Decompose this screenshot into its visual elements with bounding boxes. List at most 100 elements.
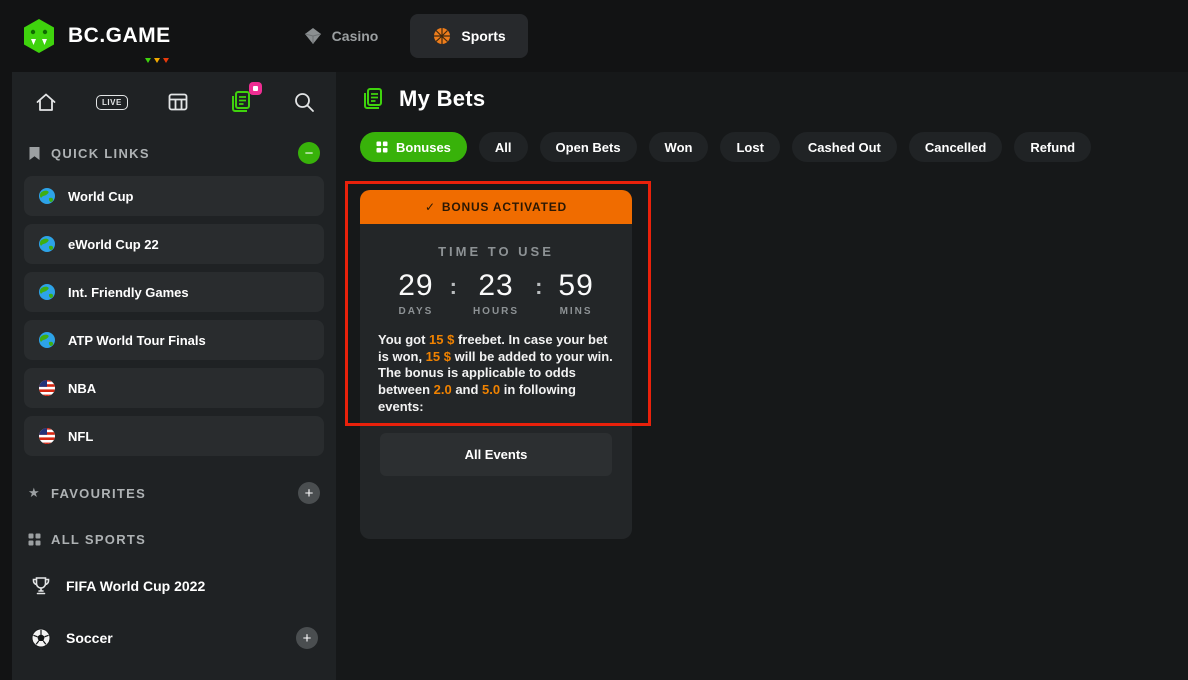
filter-label: Cashed Out <box>808 140 881 155</box>
quick-link-int-friendly[interactable]: Int. Friendly Games <box>24 272 324 312</box>
primary-nav-tabs: Casino Sports <box>281 14 528 58</box>
filter-cashed-out[interactable]: Cashed Out <box>792 132 897 162</box>
quick-link-eworld-cup[interactable]: eWorld Cup 22 <box>24 224 324 264</box>
home-icon <box>34 90 58 114</box>
quick-link-label: NFL <box>68 429 93 444</box>
schedule-button[interactable] <box>166 90 190 114</box>
all-sports-title: ALL SPORTS <box>51 532 146 547</box>
bonus-activated-label: BONUS ACTIVATED <box>442 200 567 214</box>
countdown-mins: 59 MINS <box>558 269 593 317</box>
quick-link-label: NBA <box>68 381 96 396</box>
top-navigation-bar: BC.GAME Casino Sports <box>0 0 1188 72</box>
filter-bonuses[interactable]: Bonuses <box>360 132 467 162</box>
quick-link-nba[interactable]: NBA <box>24 368 324 408</box>
expand-soccer-button[interactable]: + <box>296 627 318 649</box>
page-title-text: My Bets <box>399 86 485 112</box>
my-bets-receipt-icon <box>360 86 386 112</box>
time-to-use-label: TIME TO USE <box>360 244 632 259</box>
filter-refund[interactable]: Refund <box>1014 132 1091 162</box>
sidebar-icon-nav: LIVE <box>12 72 336 124</box>
usa-flag-icon <box>38 427 56 445</box>
countdown-separator: : <box>535 269 542 300</box>
basketball-icon <box>432 26 452 46</box>
home-button[interactable] <box>34 90 58 114</box>
my-bets-button[interactable] <box>228 89 254 115</box>
brand-name: BC.GAME <box>68 24 171 48</box>
bonus-card: ✓ BONUS ACTIVATED TIME TO USE 29 DAYS : … <box>360 190 632 539</box>
filter-cancelled[interactable]: Cancelled <box>909 132 1002 162</box>
filter-label: Cancelled <box>925 140 986 155</box>
logo-icon <box>20 17 58 55</box>
bonus-activated-banner: ✓ BONUS ACTIVATED <box>360 190 632 224</box>
bet-filter-tabs: Bonuses All Open Bets Won Lost Cashed Ou… <box>360 132 1188 162</box>
tab-casino-label: Casino <box>332 28 379 44</box>
bc-game-logo[interactable]: BC.GAME <box>20 17 171 55</box>
quick-link-nfl[interactable]: NFL <box>24 416 324 456</box>
filter-label: Refund <box>1030 140 1075 155</box>
quick-link-label: eWorld Cup 22 <box>68 237 159 252</box>
mins-value: 59 <box>558 269 593 303</box>
days-label: DAYS <box>398 306 433 317</box>
live-events-button[interactable]: LIVE <box>96 95 128 110</box>
days-value: 29 <box>398 269 433 303</box>
filter-label: Open Bets <box>556 140 621 155</box>
sports-sidebar: LIVE <box>12 72 336 680</box>
page-title: My Bets <box>360 86 1188 112</box>
favourites-title: FAVOURITES <box>51 486 146 501</box>
tab-sports[interactable]: Sports <box>410 14 527 58</box>
filter-label: Won <box>665 140 693 155</box>
grid-icon <box>28 533 41 546</box>
tab-casino[interactable]: Casino <box>281 14 401 58</box>
countdown-separator: : <box>450 269 457 300</box>
quick-link-label: ATP World Tour Finals <box>68 333 206 348</box>
collapse-quick-links-button[interactable]: − <box>298 142 320 164</box>
bonus-countdown: 29 DAYS : 23 HOURS : 59 MINS <box>360 269 632 317</box>
quick-link-label: World Cup <box>68 189 133 204</box>
casino-diamond-icon <box>303 26 323 46</box>
left-edge-strip <box>0 72 12 680</box>
quick-links-title: QUICK LINKS <box>51 146 150 161</box>
globe-icon <box>38 331 56 349</box>
countdown-days: 29 DAYS <box>398 269 433 317</box>
quick-link-world-cup[interactable]: World Cup <box>24 176 324 216</box>
quick-links-header: QUICK LINKS − <box>12 124 336 174</box>
bonus-description: You got 15 $ freebet. In case your bet i… <box>378 332 614 415</box>
sport-label: Soccer <box>66 630 113 646</box>
quick-link-label: Int. Friendly Games <box>68 285 189 300</box>
search-button[interactable] <box>292 90 316 114</box>
filter-all[interactable]: All <box>479 132 528 162</box>
filter-won[interactable]: Won <box>649 132 709 162</box>
all-sports-header: ALL SPORTS <box>12 514 336 557</box>
all-events-button[interactable]: All Events <box>380 433 612 476</box>
live-icon: LIVE <box>96 95 128 110</box>
filter-open-bets[interactable]: Open Bets <box>540 132 637 162</box>
sport-item-fifa-world-cup[interactable]: FIFA World Cup 2022 <box>12 563 336 609</box>
filter-label: Bonuses <box>396 140 451 155</box>
bonus-badge-icon <box>249 82 262 95</box>
globe-icon <box>38 235 56 253</box>
bookmark-icon <box>28 146 41 161</box>
search-icon <box>292 90 316 114</box>
quick-link-atp-finals[interactable]: ATP World Tour Finals <box>24 320 324 360</box>
favourites-header: ★ FAVOURITES + <box>12 464 336 514</box>
filter-lost[interactable]: Lost <box>720 132 779 162</box>
brand-accent-marks <box>145 58 169 63</box>
tab-sports-label: Sports <box>461 28 505 44</box>
mins-label: MINS <box>558 306 593 317</box>
add-favourite-button[interactable]: + <box>298 482 320 504</box>
bonuses-grid-icon <box>376 141 388 153</box>
calendar-grid-icon <box>166 90 190 114</box>
my-bets-panel: My Bets Bonuses All Open Bets Won Lost C… <box>336 72 1188 680</box>
check-icon: ✓ <box>425 200 436 214</box>
hours-value: 23 <box>473 269 519 303</box>
countdown-hours: 23 HOURS <box>473 269 519 317</box>
filter-label: All <box>495 140 512 155</box>
hours-label: HOURS <box>473 306 519 317</box>
globe-icon <box>38 283 56 301</box>
filter-label: Lost <box>736 140 763 155</box>
globe-icon <box>38 187 56 205</box>
soccer-ball-icon <box>30 627 52 649</box>
usa-flag-icon <box>38 379 56 397</box>
sport-label: FIFA World Cup 2022 <box>66 578 205 594</box>
sport-item-soccer[interactable]: Soccer + <box>12 615 336 661</box>
